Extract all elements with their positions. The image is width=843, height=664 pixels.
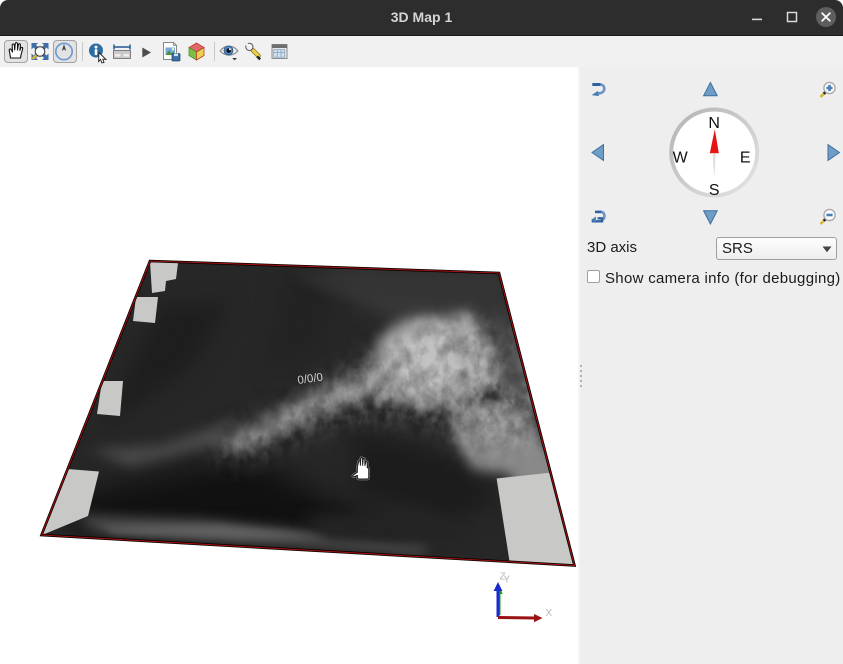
svg-text:Y: Y	[504, 575, 511, 586]
svg-text:N: N	[708, 115, 720, 132]
svg-text:X: X	[546, 608, 553, 619]
svg-text:E: E	[740, 149, 751, 166]
svg-text:W: W	[673, 149, 689, 166]
svg-text:S: S	[709, 182, 720, 199]
